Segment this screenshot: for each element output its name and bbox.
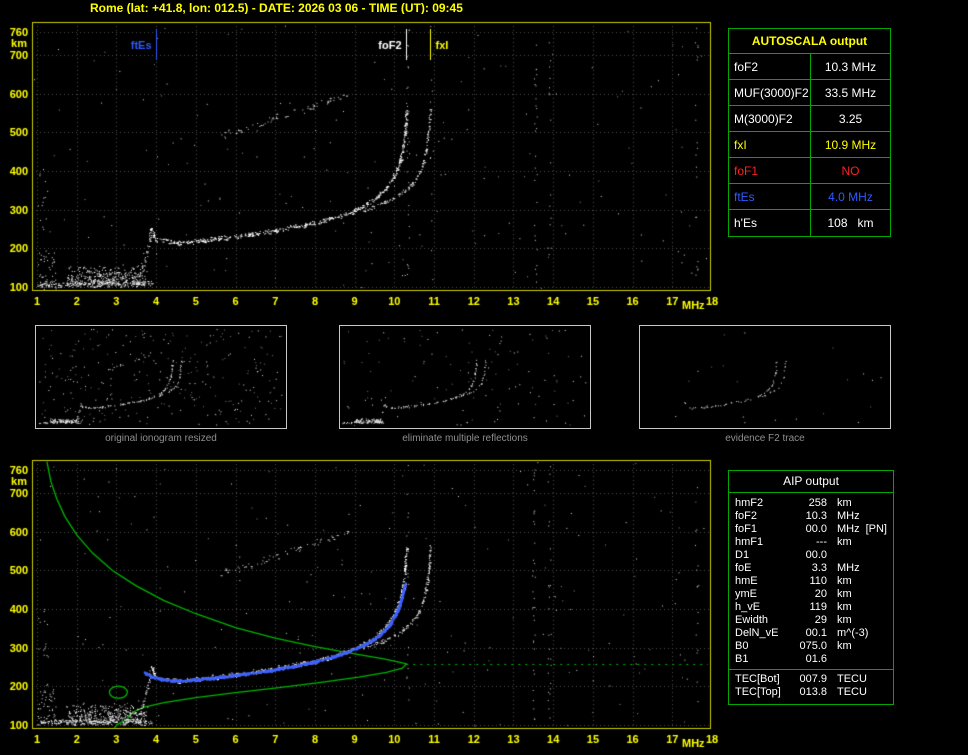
aip-row-D1: D1 00.0 (735, 549, 887, 562)
param-value: 258 (808, 497, 827, 509)
param-value: 01.6 (805, 653, 827, 665)
aip-row-hmF1: hmF1 --- km (735, 536, 887, 549)
param-value: 013.8 (799, 686, 827, 698)
param-value: 075.0 (799, 640, 827, 652)
tec-divider (729, 669, 893, 670)
param-label: TEC[Bot] (735, 673, 780, 685)
table-row-M3000F2: M(3000)F2 3.25 (729, 106, 890, 132)
param-label: TEC[Top] (735, 686, 781, 698)
param-label: M(3000)F2 (729, 106, 811, 131)
thumbnail-eliminate-canvas (340, 326, 590, 428)
aip-output-body: hmF2 258 km foF2 10.3 MHz foF1 00.0 MHz [PN] hm… (729, 493, 893, 704)
param-label: B1 (735, 653, 749, 665)
param-unit: km (837, 536, 852, 548)
param-label: h'Es (729, 210, 811, 236)
table-row-fxI: fxI 10.9 MHz (729, 132, 890, 158)
param-unit: km (837, 614, 852, 626)
aip-row-foE: foE 3.3 MHz (735, 562, 887, 575)
autoscala-output-title: AUTOSCALA output (729, 29, 890, 54)
thumbnail-original-canvas (36, 326, 286, 428)
param-value: 33.5 MHz (824, 86, 877, 100)
param-label: D1 (735, 549, 750, 561)
param-label: MUF(3000)F2 (729, 80, 811, 105)
param-label: foF1 (729, 158, 811, 183)
aip-row-B0: B0 075.0 km (735, 640, 887, 653)
thumbnail-original-ionogram (35, 325, 287, 429)
thumbnail-evidence-canvas (640, 326, 890, 428)
param-value: --- (816, 536, 827, 548)
param-label: h_vE (735, 601, 761, 613)
param-unit: TECU (837, 673, 867, 685)
param-unit: km (837, 588, 852, 600)
station-date-title: Rome (lat: +41.8, lon: 012.5) - DATE: 20… (90, 1, 463, 15)
aip-row-hmE: hmE 110 km (735, 575, 887, 588)
aip-row-B1: B1 01.6 (735, 653, 887, 666)
top-ionogram-plot (0, 14, 724, 314)
param-value: 10.3 (805, 510, 827, 522)
param-unit: km (837, 497, 852, 509)
param-unit: km (837, 601, 852, 613)
param-unit: MHz (837, 523, 860, 535)
param-unit: km (837, 575, 852, 587)
table-row-MUF3000F2: MUF(3000)F2 33.5 MHz (729, 80, 890, 106)
thumbnail-caption-eliminate: eliminate multiple reflections (402, 433, 528, 444)
param-label: DelN_vE (735, 627, 779, 639)
param-unit: TECU (837, 686, 867, 698)
aip-row-Ewidth: Ewidth 29 km (735, 614, 887, 627)
param-unit: m^(-3) (837, 627, 869, 639)
aip-row-h_vE: h_vE 119 km (735, 601, 887, 614)
param-value: 3.3 (811, 562, 827, 574)
param-label: Ewidth (735, 614, 769, 626)
param-value: 4.0 MHz (828, 190, 873, 204)
param-flag: [PN] (865, 523, 887, 535)
param-unit: km (837, 640, 852, 652)
param-value: 108 km (827, 216, 874, 230)
param-label: foF1 (735, 523, 758, 535)
param-unit: MHz (837, 562, 860, 574)
table-row-hEs: h'Es 108 km (729, 210, 890, 236)
aip-row-DelN_vE: DelN_vE 00.1 m^(-3) (735, 627, 887, 640)
table-row-ftEs: ftEs 4.0 MHz (729, 184, 890, 210)
param-value: 007.9 (799, 673, 827, 685)
table-row-foF2: foF2 10.3 MHz (729, 54, 890, 80)
param-value: 3.25 (838, 112, 863, 126)
thumbnail-evidence-f2 (639, 325, 891, 429)
param-label: foF2 (735, 510, 758, 522)
param-value: NO (841, 164, 860, 178)
aip-row-TEC-bot: TEC[Bot] 007.9 TECU (735, 673, 887, 686)
param-value: 110 (809, 575, 827, 587)
param-label: foE (735, 562, 752, 574)
param-label: foF2 (729, 54, 811, 79)
param-label: hmE (735, 575, 758, 587)
aip-row-hmF2: hmF2 258 km (735, 497, 887, 510)
param-value: 119 (809, 601, 827, 613)
aip-output-panel: AIP output hmF2 258 km foF2 10.3 MHz foF1 00.… (728, 470, 894, 705)
param-value: 10.3 MHz (824, 60, 877, 74)
param-value: 10.9 MHz (824, 138, 877, 152)
param-label: ftEs (729, 184, 811, 209)
autoscala-output-panel: AUTOSCALA output foF2 10.3 MHz MUF(3000)… (728, 28, 891, 237)
param-label: fxI (729, 132, 811, 157)
param-label: hmF1 (735, 536, 764, 548)
aip-row-TEC-top: TEC[Top] 013.8 TECU (735, 686, 887, 699)
thumbnail-eliminate-reflections (339, 325, 591, 429)
param-value: 00.0 (805, 523, 827, 535)
thumbnail-caption-evidence: evidence F2 trace (725, 433, 805, 444)
table-row-foF1: foF1 NO (729, 158, 890, 184)
param-value: 29 (814, 614, 827, 626)
param-unit: MHz (837, 510, 860, 522)
aip-output-title: AIP output (729, 471, 893, 493)
param-value: 00.0 (805, 549, 827, 561)
thumbnail-caption-original: original ionogram resized (105, 433, 217, 444)
param-label: ymE (735, 588, 757, 600)
param-label: B0 (735, 640, 749, 652)
aip-row-ymE: ymE 20 km (735, 588, 887, 601)
aip-row-foF1: foF1 00.0 MHz [PN] (735, 523, 887, 536)
aip-row-foF2: foF2 10.3 MHz (735, 510, 887, 523)
param-value: 20 (814, 588, 827, 600)
param-label: hmF2 (735, 497, 764, 509)
param-value: 00.1 (805, 627, 827, 639)
bottom-ionogram-plot (0, 452, 724, 752)
